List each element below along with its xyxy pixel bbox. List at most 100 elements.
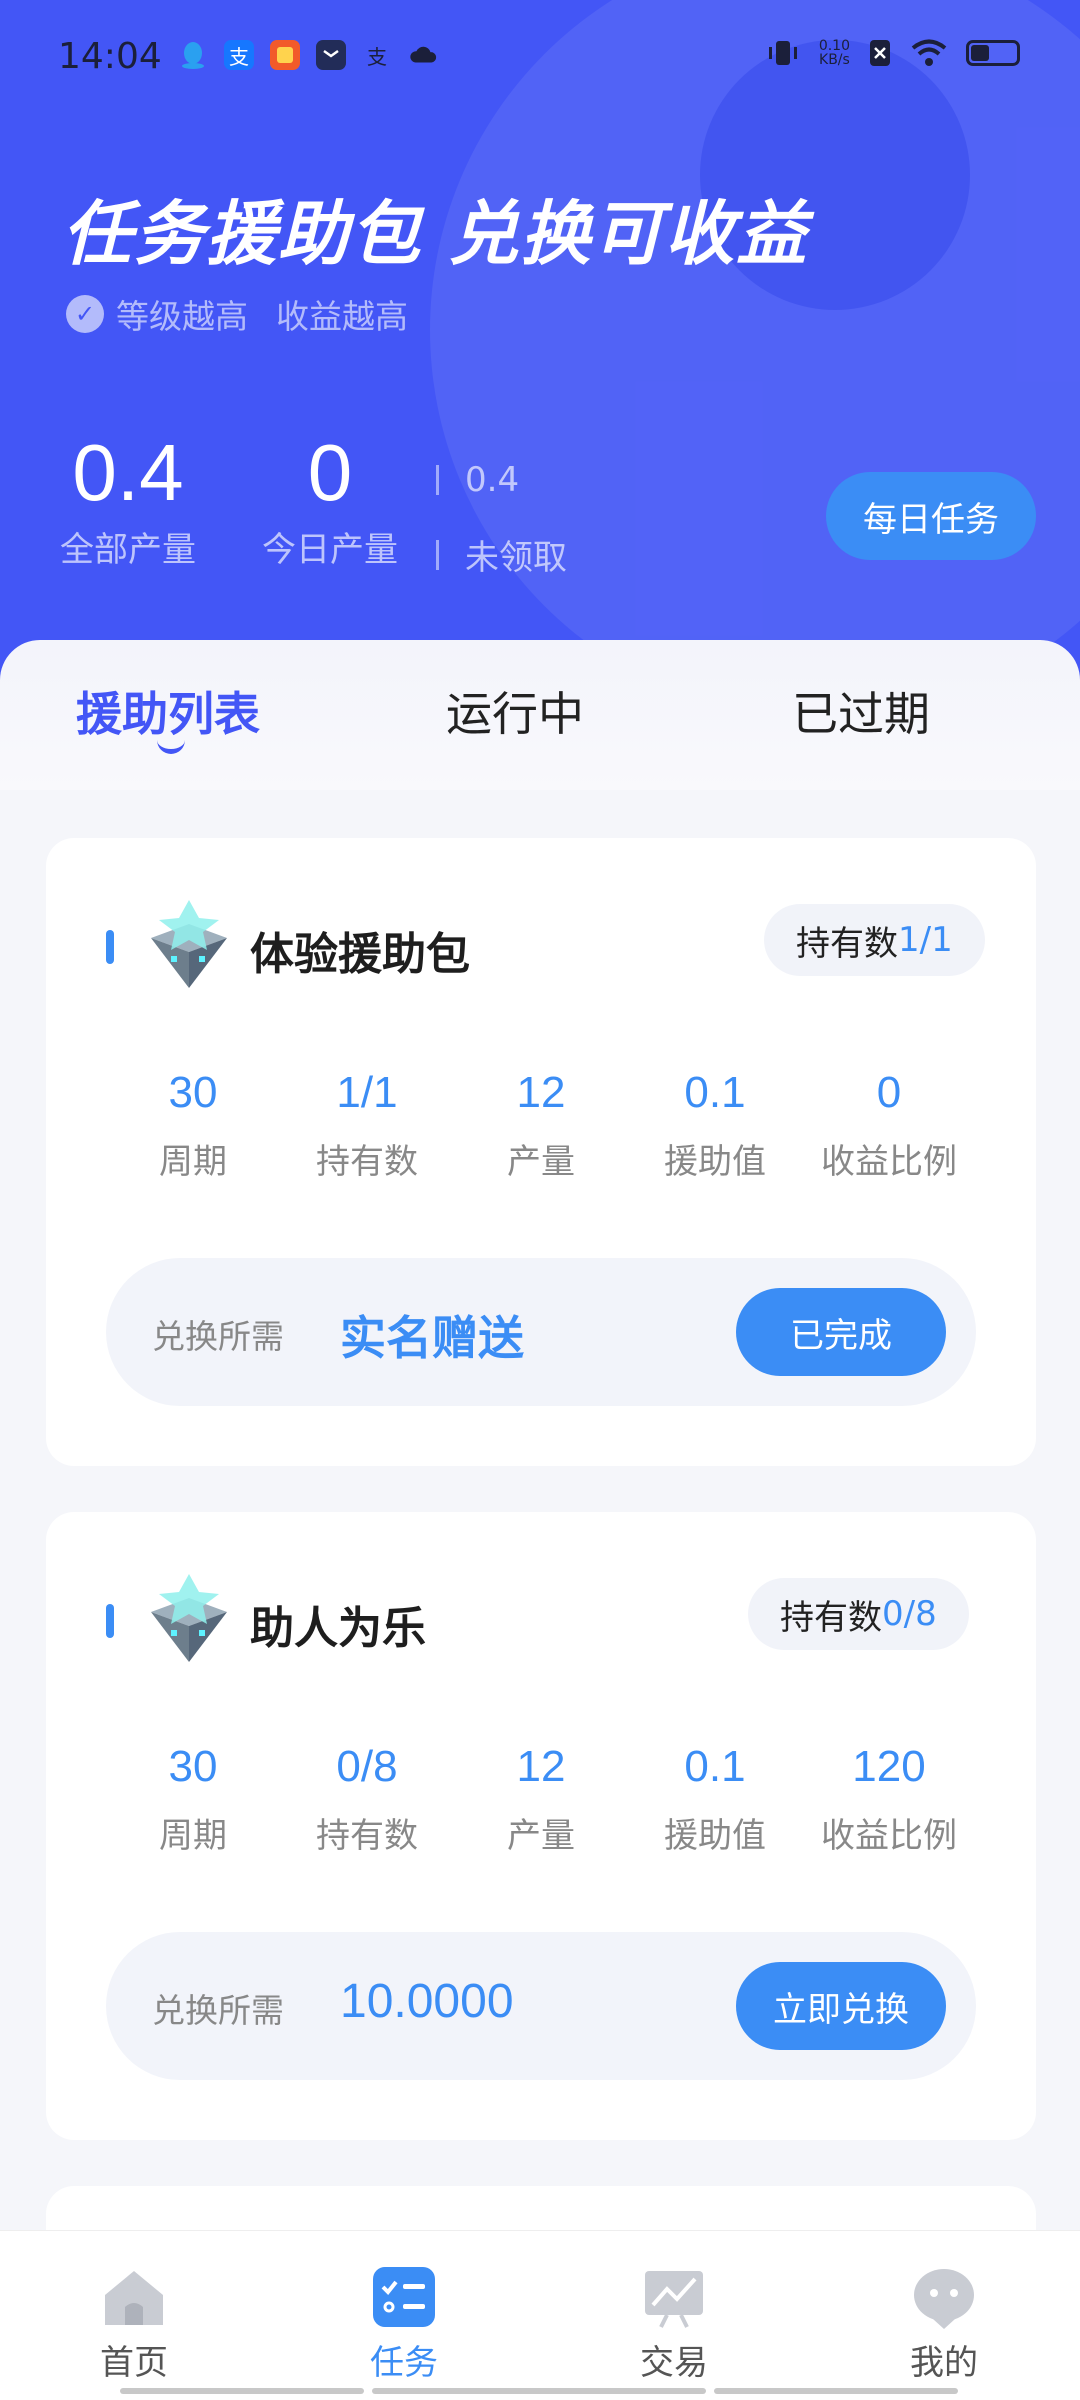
alipay-icon: 支 xyxy=(367,44,387,69)
metric-label: 周期 xyxy=(159,1142,227,1182)
metric-value: 30 xyxy=(168,1742,218,1791)
holding-count-value: 1/1 xyxy=(898,920,953,960)
metric-label: 持有数 xyxy=(316,1816,418,1856)
card-title: 助人为乐 xyxy=(250,1603,426,1654)
nav-home-label: 首页 xyxy=(100,2343,168,2383)
aid-package-card: 体验援助包 持有数 1/1 30 周期 1/1 持有数 12 产量 0.1 援助… xyxy=(46,838,1036,1466)
stat-total-value: 0.4 xyxy=(72,428,184,517)
metric-label: 收益比例 xyxy=(821,1816,957,1856)
nav-profile-label: 我的 xyxy=(910,2343,978,2383)
metric-label: 周期 xyxy=(159,1816,227,1856)
tab-running[interactable]: 运行中 xyxy=(446,678,584,744)
exchange-label: 兑换所需 xyxy=(152,1991,284,2030)
metric-label: 援助值 xyxy=(664,1816,766,1856)
hero-subtitle-2: 收益越高 xyxy=(276,297,408,336)
metric-value: 1/1 xyxy=(336,1068,398,1117)
holding-count-value: 0/8 xyxy=(882,1594,937,1634)
sim-icon xyxy=(870,40,890,66)
metric-value: 120 xyxy=(852,1742,926,1791)
message-icon xyxy=(316,40,346,70)
gesture-bar xyxy=(714,2388,958,2394)
metric-value: 0.1 xyxy=(684,1068,746,1117)
nav-tasks[interactable]: 任务 xyxy=(334,2267,474,2384)
stat-today: 0 今日产量 xyxy=(262,428,398,571)
nav-profile[interactable]: 我的 xyxy=(874,2267,1014,2384)
exchange-requirement: 实名赠送 xyxy=(340,1311,524,1365)
hero-subtitle: ✓ 等级越高 收益越高 xyxy=(66,290,408,338)
metric-value: 12 xyxy=(516,1742,566,1791)
hero-banner: 14:04 支 支 0.10 KB/s 任务援助包 兑换可收益 ✓ 等级越高 收… xyxy=(0,0,1080,700)
metric-output: 12 产量 xyxy=(454,1740,628,1857)
nav-tasks-label: 任务 xyxy=(370,2343,438,2383)
net-speed-value: 0.10 xyxy=(818,38,850,54)
wifi-icon xyxy=(911,39,947,66)
card-marker xyxy=(106,930,114,964)
exchange-now-button[interactable]: 立即兑换 xyxy=(736,1962,946,2050)
notification-icons: 支 支 xyxy=(178,40,438,70)
trade-chart-icon xyxy=(645,2271,703,2328)
card-marker xyxy=(106,1604,114,1638)
status-right-icons: 0.10 KB/s xyxy=(765,38,1020,68)
completed-button[interactable]: 已完成 xyxy=(736,1288,946,1376)
gem-box-icon xyxy=(151,900,227,988)
exchange-row: 兑换所需 实名赠送 已完成 xyxy=(106,1258,976,1406)
status-time: 14:04 xyxy=(58,36,162,77)
gem-box-icon xyxy=(151,1574,227,1662)
card-title: 体验援助包 xyxy=(250,929,470,980)
metric-label: 产量 xyxy=(507,1816,575,1856)
tab-active-indicator xyxy=(157,740,185,754)
tab-expired[interactable]: 已过期 xyxy=(792,678,930,744)
metric-period: 30 周期 xyxy=(106,1740,280,1857)
holding-count-label: 持有数 xyxy=(780,1597,882,1638)
cloud-icon xyxy=(408,40,438,70)
metric-aid-value: 0.1 援助值 xyxy=(628,1740,802,1857)
divider xyxy=(436,465,439,495)
metric-value: 30 xyxy=(168,1068,218,1117)
tab-bar: 援助列表 运行中 已过期 xyxy=(0,640,1080,790)
tab-aid-list[interactable]: 援助列表 xyxy=(76,678,260,744)
holding-count-label: 持有数 xyxy=(796,923,898,964)
metric-aid-value: 0.1 援助值 xyxy=(628,1066,802,1183)
nav-trade-label: 交易 xyxy=(640,2343,708,2383)
metric-value: 12 xyxy=(516,1068,566,1117)
home-icon xyxy=(105,2271,163,2325)
stat-total-label: 全部产量 xyxy=(60,530,196,570)
gesture-bar xyxy=(372,2388,706,2394)
metric-holdings: 0/8 持有数 xyxy=(280,1740,454,1857)
aid-package-card: 助人为乐 持有数 0/8 30 周期 0/8 持有数 12 产量 0.1 援助值… xyxy=(46,1512,1036,2140)
qq-icon xyxy=(178,40,208,70)
exchange-row: 兑换所需 10.0000 立即兑换 xyxy=(106,1932,976,2080)
stat-unclaimed-label: 未领取 xyxy=(465,538,567,578)
holding-count-badge: 持有数 0/8 xyxy=(748,1578,969,1650)
holding-count-badge: 持有数 1/1 xyxy=(764,904,985,976)
stat-total: 0.4 全部产量 xyxy=(60,428,196,571)
vibrate-icon xyxy=(768,41,797,65)
nav-home[interactable]: 首页 xyxy=(64,2267,204,2384)
stat-unclaimed-value: 0.4 xyxy=(465,460,520,500)
check-circle-icon: ✓ xyxy=(66,295,104,333)
metric-label: 援助值 xyxy=(664,1142,766,1182)
divider xyxy=(436,539,439,570)
daily-task-button[interactable]: 每日任务 xyxy=(826,472,1036,560)
exchange-label: 兑换所需 xyxy=(152,1317,284,1356)
app-icon xyxy=(270,40,300,70)
gesture-bar xyxy=(120,2388,364,2394)
metric-output: 12 产量 xyxy=(454,1066,628,1183)
net-speed-unit: KB/s xyxy=(819,52,850,68)
metric-value: 0.1 xyxy=(684,1742,746,1791)
card-metrics: 30 周期 0/8 持有数 12 产量 0.1 援助值 120 收益比例 xyxy=(106,1740,976,1857)
metric-label: 持有数 xyxy=(316,1142,418,1182)
metric-period: 30 周期 xyxy=(106,1066,280,1183)
hero-subtitle-1: 等级越高 xyxy=(116,297,248,336)
metric-value: 0 xyxy=(876,1068,902,1117)
exchange-requirement: 10.0000 xyxy=(340,1975,514,2028)
metric-yield-ratio: 0 收益比例 xyxy=(802,1066,976,1183)
card-metrics: 30 周期 1/1 持有数 12 产量 0.1 援助值 0 收益比例 xyxy=(106,1066,976,1183)
metric-value: 0/8 xyxy=(336,1742,398,1791)
bottom-nav: 首页 任务 交易 我的 xyxy=(0,2230,1080,2400)
alipay-icon: 支 xyxy=(224,40,254,70)
profile-icon xyxy=(914,2269,974,2329)
metric-yield-ratio: 120 收益比例 xyxy=(802,1740,976,1857)
nav-trade[interactable]: 交易 xyxy=(604,2267,744,2384)
hero-title: 任务援助包 兑换可收益 xyxy=(62,193,809,275)
